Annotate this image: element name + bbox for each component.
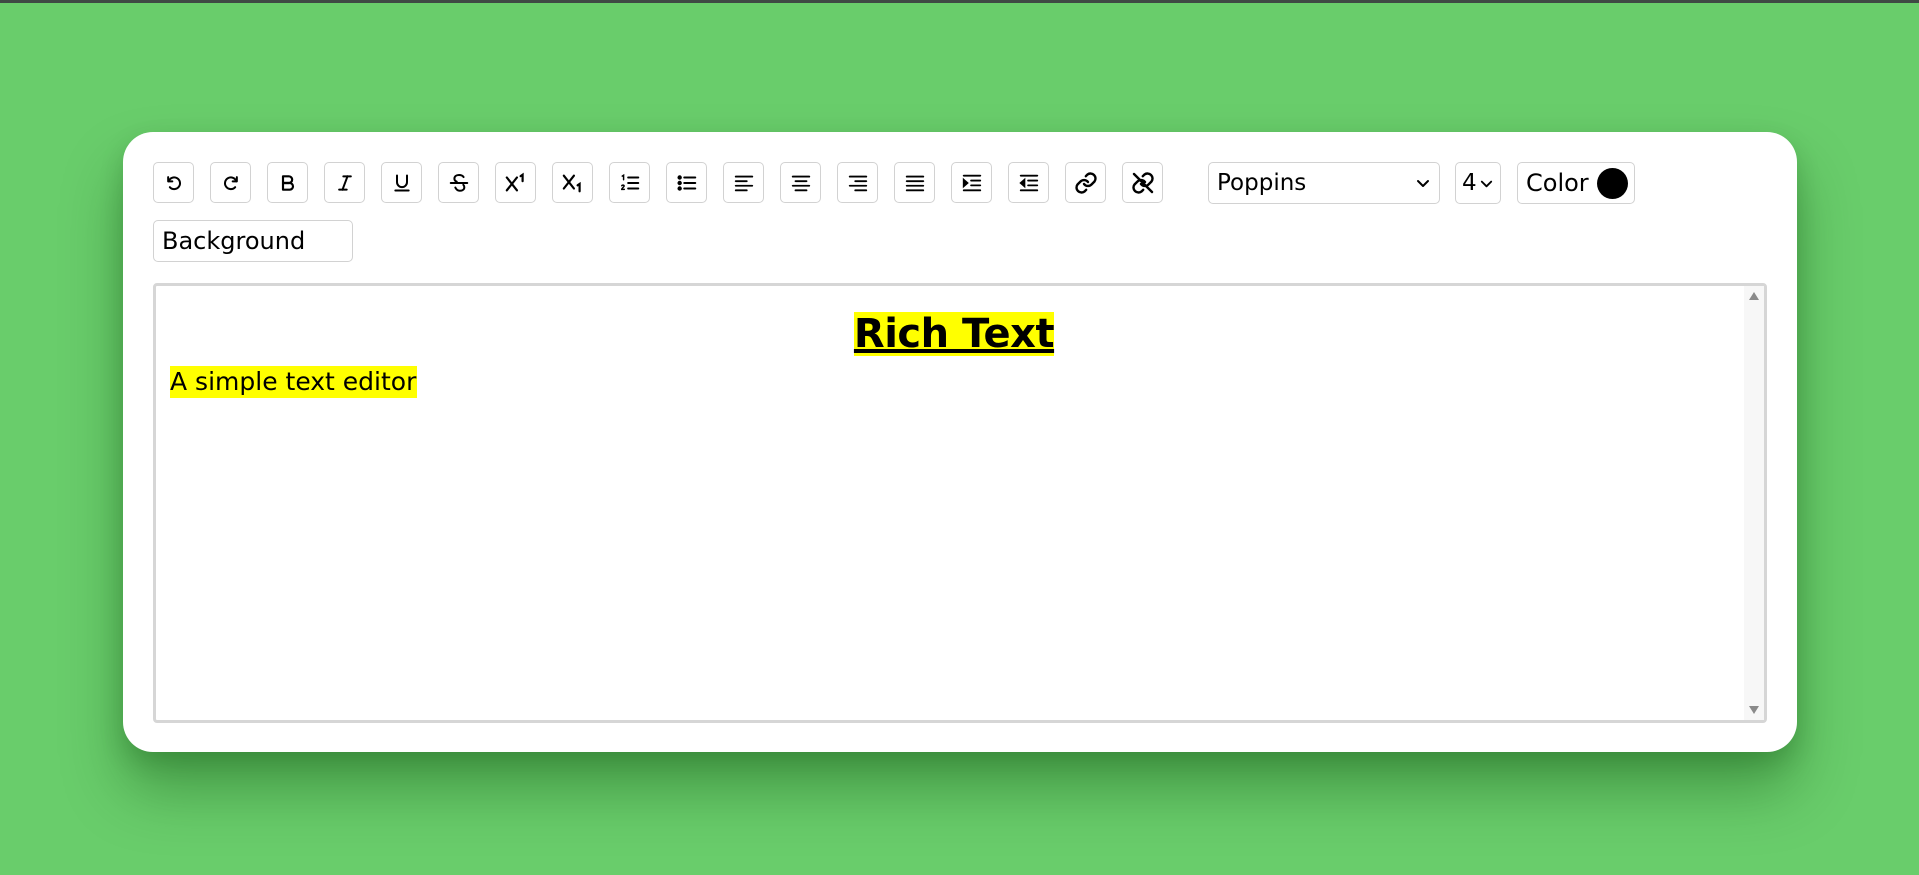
ordered-list-icon [620, 173, 639, 190]
link-icon [1074, 171, 1097, 194]
link-button[interactable] [1065, 162, 1106, 203]
editor-paragraph[interactable]: A simple text editor [170, 366, 418, 398]
italic-button[interactable] [324, 162, 365, 203]
bold-button[interactable] [267, 162, 308, 203]
text-color-label: Color [1526, 169, 1589, 197]
align-left-button[interactable] [723, 162, 764, 203]
editor-content[interactable]: Rich Text A simple text editor [170, 300, 1738, 720]
italic-icon [337, 174, 352, 191]
font-size-select[interactable]: 4 [1455, 162, 1501, 204]
heading-line: Rich Text [170, 312, 1738, 364]
paragraph-line: A simple text editor [170, 366, 1738, 400]
outdent-icon [1018, 174, 1038, 191]
unordered-list-icon [676, 174, 696, 191]
underline-button[interactable] [381, 162, 422, 203]
background-label: Background [162, 227, 306, 255]
justify-button[interactable] [894, 162, 935, 203]
unlink-icon [1131, 171, 1154, 194]
chevron-down-icon [1480, 180, 1493, 187]
align-center-icon [791, 175, 810, 191]
scroll-down-arrow[interactable] [1747, 703, 1761, 717]
undo-icon [166, 175, 181, 190]
superscript-button[interactable] [495, 162, 536, 203]
editor-card: Poppins 4 Color Background Rich Text A s… [123, 132, 1797, 752]
superscript-icon [505, 172, 524, 191]
unordered-list-button[interactable] [666, 162, 707, 203]
font-family-select[interactable]: Poppins [1208, 162, 1440, 204]
font-family-value: Poppins [1217, 170, 1307, 196]
ordered-list-button[interactable] [609, 162, 650, 203]
text-color-picker[interactable]: Color [1517, 162, 1635, 204]
subscript-icon [562, 174, 581, 192]
font-size-value: 4 [1462, 170, 1477, 196]
bold-icon [281, 174, 294, 191]
top-strip [0, 0, 1919, 3]
strikethrough-button[interactable] [438, 162, 479, 203]
background-color-picker[interactable]: Background [153, 220, 353, 262]
indent-icon [962, 174, 981, 191]
text-editor-area[interactable]: Rich Text A simple text editor [153, 283, 1767, 723]
subscript-button[interactable] [552, 162, 593, 203]
editor-heading[interactable]: Rich Text [853, 312, 1055, 356]
color-swatch[interactable] [1597, 167, 1628, 199]
indent-button[interactable] [951, 162, 992, 203]
strikethrough-icon [449, 173, 468, 192]
redo-button[interactable] [210, 162, 251, 203]
triangle-up-icon [1749, 292, 1759, 300]
align-left-icon [734, 175, 753, 191]
align-right-button[interactable] [837, 162, 878, 203]
align-justify-icon [905, 175, 924, 191]
unlink-button[interactable] [1122, 162, 1163, 203]
outdent-button[interactable] [1008, 162, 1049, 203]
redo-icon [223, 175, 238, 190]
scroll-up-arrow[interactable] [1747, 289, 1761, 303]
underline-icon [393, 174, 410, 191]
vertical-scrollbar[interactable] [1744, 286, 1764, 720]
triangle-down-icon [1749, 706, 1759, 714]
align-right-icon [848, 175, 867, 191]
align-center-button[interactable] [780, 162, 821, 203]
chevron-down-icon [1417, 180, 1429, 187]
undo-button[interactable] [153, 162, 194, 203]
